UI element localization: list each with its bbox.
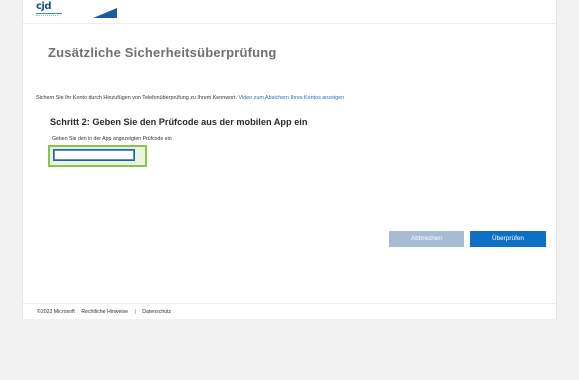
privacy-link[interactable]: Datenschutz bbox=[142, 309, 171, 315]
brand-wedge-icon bbox=[93, 8, 117, 18]
main-card: cjd Zusätzliche Sicherheitsüberprüfung S… bbox=[22, 0, 558, 319]
logo-text: cjd bbox=[36, 1, 52, 12]
cjd-logo: cjd bbox=[36, 1, 62, 20]
verify-button[interactable]: Überprüfen bbox=[470, 231, 546, 247]
footer: ©2022 Microsoft Rechtliche Hinweise | Da… bbox=[37, 309, 176, 315]
footer-copyright: ©2022 Microsoft bbox=[37, 309, 75, 315]
page-title: Zusätzliche Sicherheitsüberprüfung bbox=[48, 45, 277, 60]
logo-subtitle bbox=[36, 15, 58, 18]
verification-code-input[interactable] bbox=[53, 149, 135, 161]
intro-text-body: Sichern Sie Ihr Konto durch Hinzufügen v… bbox=[36, 95, 237, 101]
header-bar: cjd bbox=[23, 0, 558, 24]
code-field-label: Geben Sie den in der App angezeigten Prü… bbox=[52, 136, 172, 142]
security-video-link[interactable]: Video zum Absichern Ihres Kontos anzeige… bbox=[238, 95, 344, 101]
legal-notice-link[interactable]: Rechtliche Hinweise bbox=[81, 309, 128, 315]
footer-divider bbox=[23, 303, 558, 304]
intro-text: Sichern Sie Ihr Konto durch Hinzufügen v… bbox=[36, 95, 344, 101]
logo-underline bbox=[36, 13, 62, 14]
footer-separator: | bbox=[134, 309, 136, 315]
step-title: Schritt 2: Geben Sie den Prüfcode aus de… bbox=[50, 117, 308, 127]
cancel-button[interactable]: Abbrechen bbox=[389, 231, 464, 247]
